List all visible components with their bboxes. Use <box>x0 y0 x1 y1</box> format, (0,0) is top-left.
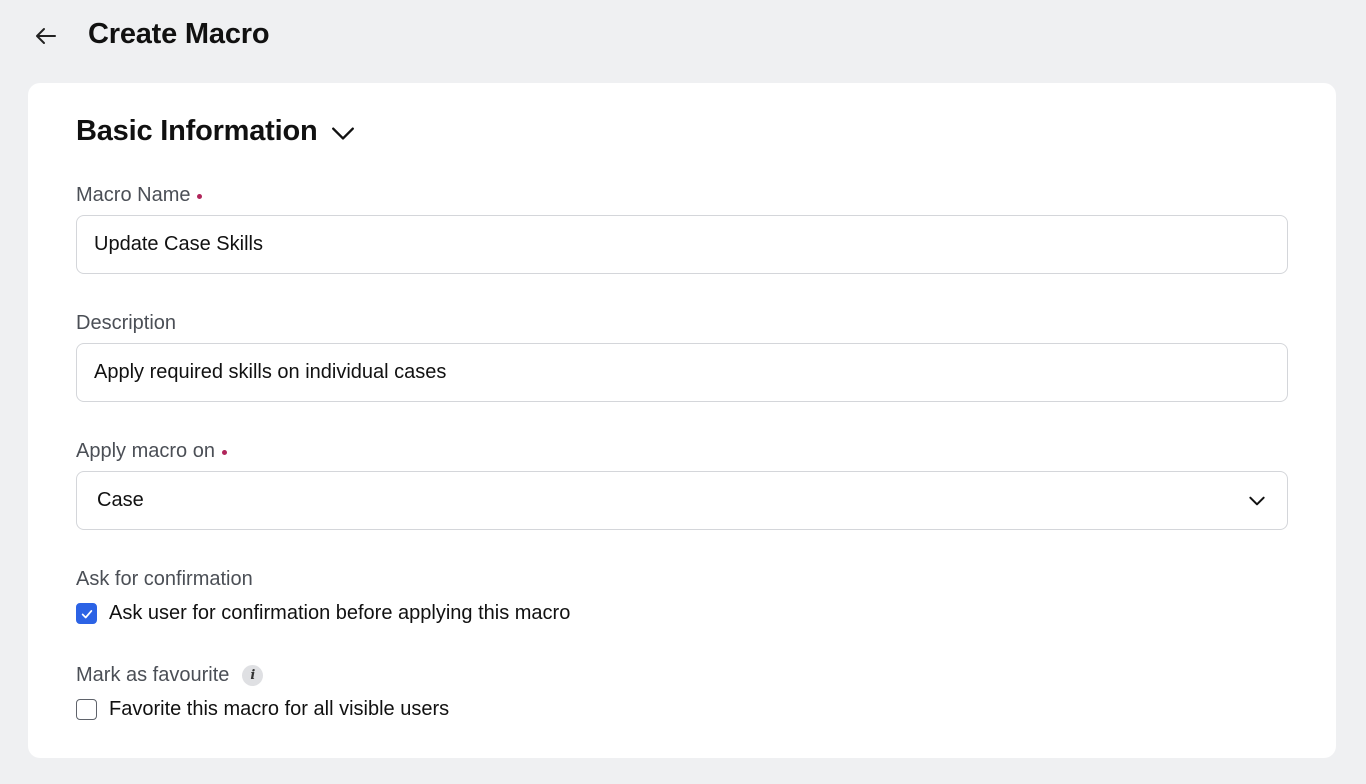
description-label: Description <box>76 312 176 335</box>
apply-macro-on-label-text: Apply macro on <box>76 440 215 462</box>
confirmation-label: Ask for confirmation <box>76 568 253 591</box>
description-label-text: Description <box>76 312 177 334</box>
favourite-label-text: Mark as favourite <box>76 664 230 686</box>
form-card: Basic Information Macro Name Description… <box>28 83 1336 758</box>
apply-macro-on-label: Apply macro on <box>76 440 227 463</box>
required-indicator <box>221 449 227 455</box>
section-title: Basic Information <box>76 115 318 147</box>
page-title: Create Macro <box>88 18 270 50</box>
chevron-down-icon <box>1247 491 1267 511</box>
description-input[interactable] <box>76 343 1288 402</box>
confirmation-checkbox[interactable] <box>76 603 97 624</box>
macro-name-label-text: Macro Name <box>76 184 191 206</box>
confirmation-checkbox-row[interactable]: Ask user for confirmation before applyin… <box>76 602 570 625</box>
confirmation-label-text: Ask for confirmation <box>76 568 253 590</box>
checkmark-icon <box>81 609 92 618</box>
favourite-checkbox-label: Favorite this macro for all visible user… <box>109 698 450 720</box>
chevron-down-icon <box>330 120 356 146</box>
macro-name-label: Macro Name <box>76 184 203 207</box>
favourite-label: Mark as favourite i <box>76 664 264 687</box>
back-button[interactable] <box>30 20 62 52</box>
page-header: Create Macro <box>0 0 1366 74</box>
required-indicator <box>197 193 203 199</box>
apply-macro-on-select[interactable]: Case <box>76 471 1288 530</box>
confirmation-checkbox-label: Ask user for confirmation before applyin… <box>109 602 571 624</box>
apply-macro-on-value: Case <box>97 489 144 511</box>
section-toggle-basic-information[interactable]: Basic Information <box>76 115 356 148</box>
info-icon[interactable]: i <box>242 665 264 686</box>
favourite-checkbox-row[interactable]: Favorite this macro for all visible user… <box>76 698 449 721</box>
favourite-checkbox[interactable] <box>76 699 97 720</box>
arrow-left-icon <box>36 28 56 44</box>
macro-name-input[interactable] <box>76 215 1288 274</box>
